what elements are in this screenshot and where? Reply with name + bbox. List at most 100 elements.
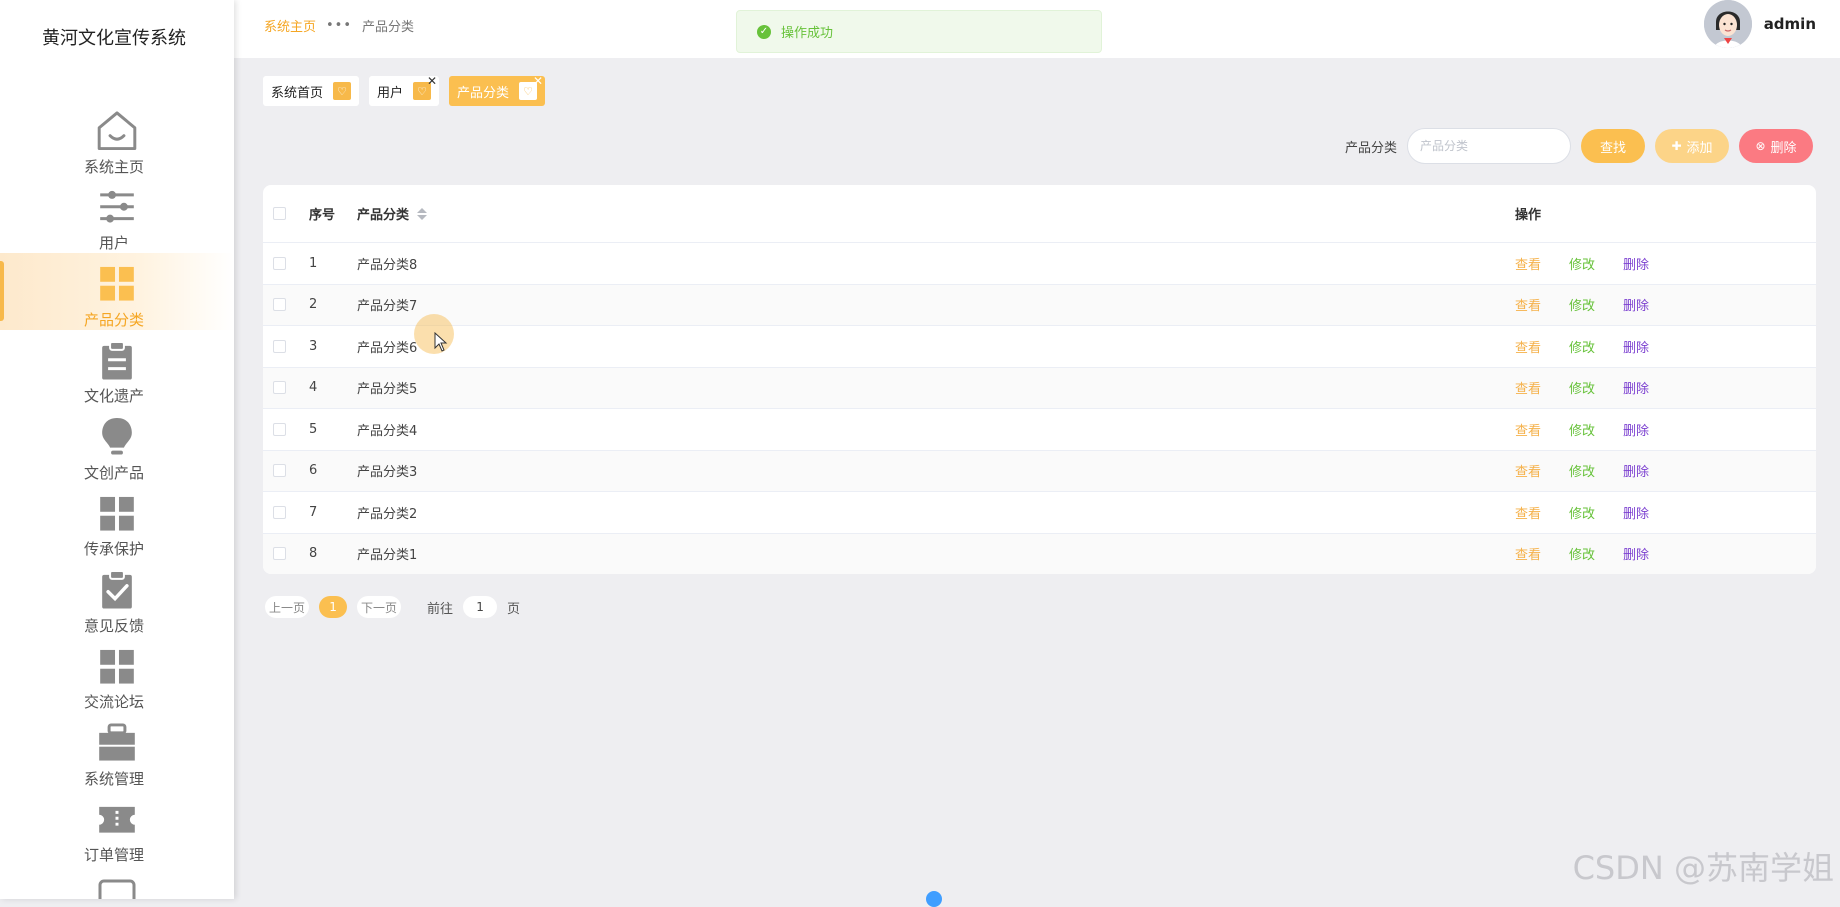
clipboard-check-icon bbox=[94, 567, 140, 613]
table-body: 1 产品分类8 查看 修改 删除 2 产品分类7 查看 修改 删除 3 产品分类… bbox=[263, 243, 1816, 574]
row-ops: 查看 修改 删除 bbox=[1515, 503, 1816, 522]
search-input[interactable] bbox=[1407, 128, 1571, 164]
row-name: 产品分类7 bbox=[357, 295, 1515, 314]
edit-button[interactable]: 修改 bbox=[1569, 503, 1595, 522]
row-name: 产品分类2 bbox=[357, 503, 1515, 522]
close-icon[interactable]: ✕ bbox=[427, 74, 437, 88]
row-checkbox[interactable] bbox=[273, 464, 286, 477]
sidebar-item-feedback[interactable]: 意见反馈 bbox=[0, 559, 234, 636]
heart-icon: ♡ bbox=[333, 82, 351, 100]
sort-icon[interactable] bbox=[417, 207, 427, 221]
view-button[interactable]: 查看 bbox=[1515, 503, 1541, 522]
prev-page-button[interactable]: 上一页 bbox=[265, 596, 309, 618]
delete-row-button[interactable]: 删除 bbox=[1623, 378, 1649, 397]
close-icon[interactable]: ✕ bbox=[533, 74, 543, 88]
row-no: 1 bbox=[309, 256, 357, 271]
tab-tag-product-category[interactable]: 产品分类 ♡ ✕ bbox=[449, 76, 545, 106]
find-button[interactable]: 查找 bbox=[1581, 129, 1645, 163]
check-circle-icon: ✓ bbox=[757, 25, 771, 39]
sidebar-item-orders[interactable]: 订单管理 bbox=[0, 789, 234, 866]
row-no: 6 bbox=[309, 463, 357, 478]
sidebar-item-protection[interactable]: 传承保护 bbox=[0, 483, 234, 560]
toast-message: 操作成功 bbox=[781, 22, 833, 41]
sidebar-item-more[interactable] bbox=[0, 865, 234, 899]
sidebar-item-label: 意见反馈 bbox=[84, 615, 150, 636]
sidebar-item-user[interactable]: 用户 bbox=[0, 177, 234, 254]
delete-row-button[interactable]: 删除 bbox=[1623, 337, 1649, 356]
row-checkbox[interactable] bbox=[273, 547, 286, 560]
delete-row-button[interactable]: 删除 bbox=[1623, 295, 1649, 314]
header-no: 序号 bbox=[309, 204, 357, 223]
row-checkbox[interactable] bbox=[273, 298, 286, 311]
goto-page-input[interactable] bbox=[463, 596, 497, 618]
user-menu[interactable]: admin bbox=[1704, 0, 1816, 48]
sidebar-item-product-category[interactable]: 产品分类 bbox=[0, 253, 234, 330]
sidebar-item-forum[interactable]: 交流论坛 bbox=[0, 636, 234, 713]
row-checkbox-cell bbox=[263, 340, 309, 353]
tab-tag-home[interactable]: 系统首页 ♡ bbox=[263, 76, 359, 106]
table-row: 8 产品分类1 查看 修改 删除 bbox=[263, 534, 1816, 575]
sidebar-item-label: 文化遗产 bbox=[84, 385, 150, 406]
view-button[interactable]: 查看 bbox=[1515, 295, 1541, 314]
add-button[interactable]: ✚ 添加 bbox=[1655, 129, 1729, 163]
edit-button[interactable]: 修改 bbox=[1569, 420, 1595, 439]
select-all-checkbox[interactable] bbox=[273, 207, 286, 220]
find-button-label: 查找 bbox=[1600, 137, 1626, 156]
view-button[interactable]: 查看 bbox=[1515, 461, 1541, 480]
edit-button[interactable]: 修改 bbox=[1569, 544, 1595, 563]
breadcrumb-separator: ••• bbox=[326, 18, 352, 33]
sidebar: 黄河文化宣传系统 系统主页 用户 bbox=[0, 0, 234, 899]
delete-row-button[interactable]: 删除 bbox=[1623, 254, 1649, 273]
row-ops: 查看 修改 删除 bbox=[1515, 337, 1816, 356]
edit-button[interactable]: 修改 bbox=[1569, 337, 1595, 356]
delete-row-button[interactable]: 删除 bbox=[1623, 503, 1649, 522]
avatar[interactable] bbox=[1704, 0, 1752, 48]
sidebar-item-label: 系统主页 bbox=[84, 156, 150, 177]
home-icon bbox=[94, 108, 140, 154]
success-toast: ✓ 操作成功 bbox=[736, 10, 1102, 53]
table-header: 序号 产品分类 操作 bbox=[263, 185, 1816, 243]
sidebar-item-creative[interactable]: 文创产品 bbox=[0, 406, 234, 483]
delete-row-button[interactable]: 删除 bbox=[1623, 544, 1649, 563]
username[interactable]: admin bbox=[1764, 15, 1816, 33]
sidebar-item-home[interactable]: 系统主页 bbox=[0, 100, 234, 177]
row-ops: 查看 修改 删除 bbox=[1515, 295, 1816, 314]
grid-icon bbox=[94, 644, 140, 690]
header-name[interactable]: 产品分类 bbox=[357, 204, 1515, 223]
row-checkbox[interactable] bbox=[273, 423, 286, 436]
breadcrumb-current: 产品分类 bbox=[362, 16, 414, 35]
next-page-button[interactable]: 下一页 bbox=[357, 596, 401, 618]
sidebar-item-label: 文创产品 bbox=[84, 462, 150, 483]
view-button[interactable]: 查看 bbox=[1515, 420, 1541, 439]
sidebar-item-label: 系统管理 bbox=[84, 768, 150, 789]
grid-icon bbox=[94, 491, 140, 537]
clipboard-icon bbox=[94, 338, 140, 384]
card-icon bbox=[94, 873, 140, 899]
view-button[interactable]: 查看 bbox=[1515, 337, 1541, 356]
view-button[interactable]: 查看 bbox=[1515, 544, 1541, 563]
table-row: 6 产品分类3 查看 修改 删除 bbox=[263, 451, 1816, 493]
view-button[interactable]: 查看 bbox=[1515, 254, 1541, 273]
row-checkbox[interactable] bbox=[273, 506, 286, 519]
delete-row-button[interactable]: 删除 bbox=[1623, 461, 1649, 480]
tab-tag-user[interactable]: 用户 ♡ ✕ bbox=[369, 76, 439, 106]
row-checkbox[interactable] bbox=[273, 257, 286, 270]
row-checkbox[interactable] bbox=[273, 381, 286, 394]
tab-tag-label: 系统首页 bbox=[271, 82, 323, 101]
row-no: 4 bbox=[309, 380, 357, 395]
sidebar-item-system[interactable]: 系统管理 bbox=[0, 712, 234, 789]
row-no: 7 bbox=[309, 505, 357, 520]
delete-row-button[interactable]: 删除 bbox=[1623, 420, 1649, 439]
page-number-current[interactable]: 1 bbox=[319, 596, 347, 618]
edit-button[interactable]: 修改 bbox=[1569, 378, 1595, 397]
sidebar-item-heritage[interactable]: 文化遗产 bbox=[0, 330, 234, 407]
breadcrumb-home[interactable]: 系统主页 bbox=[264, 16, 316, 35]
row-name: 产品分类1 bbox=[357, 544, 1515, 563]
delete-button[interactable]: ⊗ 删除 bbox=[1739, 129, 1813, 163]
view-button[interactable]: 查看 bbox=[1515, 378, 1541, 397]
edit-button[interactable]: 修改 bbox=[1569, 295, 1595, 314]
row-checkbox[interactable] bbox=[273, 340, 286, 353]
edit-button[interactable]: 修改 bbox=[1569, 461, 1595, 480]
edit-button[interactable]: 修改 bbox=[1569, 254, 1595, 273]
row-name: 产品分类5 bbox=[357, 378, 1515, 397]
